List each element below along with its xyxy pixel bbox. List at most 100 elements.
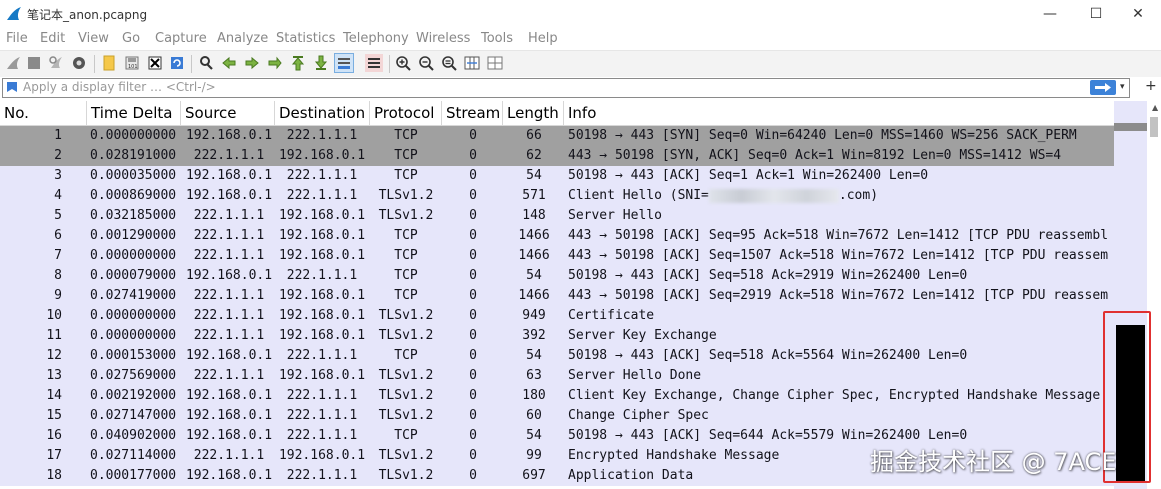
table-row[interactable]: 12 0.000153000 192.168.0.1 222.1.1.1 TCP 0 54 5… — [0, 346, 1114, 366]
packet-destination: 192.168.0.1 — [278, 328, 366, 343]
packet-length: 54 — [526, 348, 542, 363]
menu-view[interactable]: View — [78, 31, 109, 46]
arrow-right-icon — [1095, 83, 1111, 92]
table-row[interactable]: 13 0.027569000 222.1.1.1 192.168.0.1 TLSv1.2… — [0, 366, 1114, 386]
menu-edit[interactable]: Edit — [40, 31, 65, 46]
table-row[interactable]: 1 0.000000000 192.168.0.1 222.1.1.1 TCP 0 66 50… — [0, 126, 1114, 146]
close-button[interactable]: ✕ — [1115, 0, 1161, 28]
column-header-info[interactable]: Info — [564, 101, 1114, 125]
restart-capture-icon[interactable] — [47, 54, 65, 72]
scrollbar-thumb[interactable] — [1150, 117, 1158, 137]
reload-file-icon[interactable] — [168, 54, 186, 72]
packet-source: 192.168.0.1 — [185, 348, 273, 363]
packet-protocol: TCP — [394, 228, 418, 243]
table-row[interactable]: 9 0.027419000 222.1.1.1 192.168.0.1 TCP 0 1466… — [0, 286, 1114, 306]
packet-time-delta: 0.040902000 — [90, 428, 177, 443]
add-filter-button[interactable]: + — [1145, 78, 1157, 94]
packet-list-header: No. Time Delta Source Destination Protoc… — [0, 101, 1114, 126]
column-header-source[interactable]: Source — [181, 101, 275, 125]
packet-length: 54 — [526, 268, 542, 283]
go-back-icon[interactable] — [220, 54, 238, 72]
table-row[interactable]: 14 0.002192000 192.168.0.1 222.1.1.1 TLSv1.2… — [0, 386, 1114, 406]
packet-no: 2 — [54, 148, 62, 163]
packet-time-delta: 0.032185000 — [90, 208, 177, 223]
table-row[interactable]: 5 0.032185000 222.1.1.1 192.168.0.1 TLSv1.2 0… — [0, 206, 1114, 226]
table-row[interactable]: 4 0.000869000 192.168.0.1 222.1.1.1 TLSv1.2 0… — [0, 186, 1114, 206]
packet-source: 192.168.0.1 — [185, 188, 273, 203]
close-file-icon[interactable] — [146, 54, 164, 72]
packet-protocol: TCP — [394, 248, 418, 263]
bookmark-icon[interactable] — [6, 81, 18, 93]
resize-columns-icon[interactable] — [463, 54, 481, 72]
table-row[interactable]: 3 0.000035000 192.168.0.1 222.1.1.1 TCP 0 54 50… — [0, 166, 1114, 186]
go-to-packet-icon[interactable] — [266, 54, 284, 72]
auto-scroll-icon[interactable] — [334, 53, 354, 73]
scroll-up-icon[interactable]: ▲ — [1152, 103, 1158, 112]
packet-list[interactable]: No. Time Delta Source Destination Protoc… — [0, 101, 1114, 489]
column-header-no[interactable]: No. — [0, 101, 87, 125]
go-last-packet-icon[interactable] — [312, 54, 330, 72]
packet-no: 1 — [54, 128, 62, 143]
apply-filter-button[interactable] — [1090, 80, 1116, 95]
packet-no: 10 — [46, 308, 62, 323]
menu-wireless[interactable]: Wireless — [416, 31, 470, 46]
packet-stream: 0 — [469, 388, 477, 403]
maximize-button[interactable]: ☐ — [1073, 0, 1119, 28]
colorize-icon[interactable] — [365, 54, 383, 72]
table-row[interactable]: 2 0.028191000 222.1.1.1 192.168.0.1 TCP 0 62 44… — [0, 146, 1114, 166]
close-icon: ✕ — [1132, 6, 1144, 22]
packet-no: 12 — [46, 348, 62, 363]
normal-size-icon[interactable] — [440, 54, 458, 72]
packet-source: 192.168.0.1 — [185, 408, 273, 423]
find-packet-icon[interactable] — [197, 54, 215, 72]
table-row[interactable]: 7 0.000000000 222.1.1.1 192.168.0.1 TCP 0 1466… — [0, 246, 1114, 266]
packet-time-delta: 0.000000000 — [90, 128, 177, 143]
menu-telephony[interactable]: Telephony — [343, 31, 409, 46]
table-row[interactable]: 6 0.001290000 222.1.1.1 192.168.0.1 TCP 0 1466… — [0, 226, 1114, 246]
menu-help[interactable]: Help — [528, 31, 558, 46]
table-row[interactable]: 8 0.000079000 192.168.0.1 222.1.1.1 TCP 0 54 50… — [0, 266, 1114, 286]
packet-stream: 0 — [469, 248, 477, 263]
zoom-out-icon[interactable] — [417, 54, 435, 72]
packet-stream: 0 — [469, 348, 477, 363]
menu-statistics[interactable]: Statistics — [276, 31, 335, 46]
packet-no: 17 — [46, 448, 62, 463]
column-header-protocol[interactable]: Protocol — [370, 101, 442, 125]
menu-capture[interactable]: Capture — [155, 31, 207, 46]
layout-grid-icon[interactable] — [486, 54, 504, 72]
packet-stream: 0 — [469, 448, 477, 463]
menu-file[interactable]: File — [6, 31, 28, 46]
menu-analyze[interactable]: Analyze — [217, 31, 268, 46]
packet-length: 1466 — [518, 248, 550, 263]
column-header-stream[interactable]: Stream — [442, 101, 503, 125]
packet-no: 6 — [54, 228, 62, 243]
packet-protocol: TLSv1.2 — [378, 388, 434, 403]
maximize-icon: ☐ — [1089, 6, 1103, 22]
minimize-button[interactable]: — — [1027, 0, 1073, 28]
packet-destination: 192.168.0.1 — [278, 208, 366, 223]
menu-go[interactable]: Go — [122, 31, 140, 46]
column-header-length[interactable]: Length — [503, 101, 564, 125]
go-first-packet-icon[interactable] — [289, 54, 307, 72]
chevron-down-icon[interactable]: ▾ — [1120, 82, 1125, 92]
display-filter-input[interactable]: Apply a display filter … <Ctrl-/> ▾ — [2, 78, 1130, 98]
packet-stream: 0 — [469, 328, 477, 343]
table-row[interactable]: 11 0.000000000 222.1.1.1 192.168.0.1 TLSv1.2… — [0, 326, 1114, 346]
packet-destination: 192.168.0.1 — [278, 368, 366, 383]
table-row[interactable]: 10 0.000000000 222.1.1.1 192.168.0.1 TLSv1.2… — [0, 306, 1114, 326]
packet-length: 1466 — [518, 288, 550, 303]
open-file-icon[interactable] — [100, 54, 118, 72]
zoom-in-icon[interactable] — [394, 54, 412, 72]
packet-length: 63 — [526, 368, 542, 383]
column-header-time-delta[interactable]: Time Delta — [87, 101, 181, 125]
packet-protocol: TCP — [394, 268, 418, 283]
table-row[interactable]: 15 0.027147000 192.168.0.1 222.1.1.1 TLSv1.2… — [0, 406, 1114, 426]
capture-options-icon[interactable] — [70, 54, 88, 72]
go-forward-icon[interactable] — [243, 54, 261, 72]
column-header-destination[interactable]: Destination — [275, 101, 370, 125]
packet-time-delta: 0.000035000 — [90, 168, 177, 183]
save-file-icon[interactable]: 101 — [123, 54, 141, 72]
start-capture-icon[interactable] — [4, 54, 22, 72]
menu-tools[interactable]: Tools — [481, 31, 513, 46]
stop-capture-icon[interactable] — [25, 54, 43, 72]
